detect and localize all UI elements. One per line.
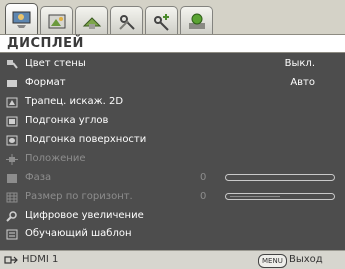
h-size-value: 0 xyxy=(200,191,207,202)
keystone-icon xyxy=(6,97,18,108)
horizontal-size-icon xyxy=(6,192,18,203)
tab-picture[interactable] xyxy=(40,6,73,34)
tab-display[interactable] xyxy=(5,3,38,35)
projector-osd-menu: ДИСПЛЕЙ Цвет стены Выкл. Формат Авто Тра… xyxy=(0,0,345,269)
advanced-settings-tab-icon xyxy=(154,14,169,31)
exit-label[interactable]: Выход xyxy=(289,254,323,265)
corner-fit-icon xyxy=(6,116,18,127)
menu-item-label: Цвет стены xyxy=(25,58,86,69)
tab-settings[interactable] xyxy=(110,6,143,34)
menu-list: Цвет стены Выкл. Формат Авто Трапец. иск… xyxy=(0,53,345,250)
menu-item-h-size: Размер по горизонт. 0 xyxy=(0,188,345,207)
page-title: ДИСПЛЕЙ xyxy=(7,36,84,51)
input-source-label: HDMI 1 xyxy=(22,254,59,265)
menu-item-aspect[interactable]: Формат Авто xyxy=(0,74,345,93)
tab-advanced-settings[interactable] xyxy=(145,6,178,34)
position-icon xyxy=(6,154,18,165)
menu-item-label: Подгонка углов xyxy=(25,115,109,126)
menu-item-label: Цифровое увеличение xyxy=(25,210,144,221)
wall-color-icon xyxy=(7,60,18,69)
menu-item-label: Подгонка поверхности xyxy=(25,134,147,145)
menu-header: ДИСПЛЕЙ xyxy=(0,34,345,53)
menu-item-label: Трапец. искаж. 2D xyxy=(25,96,124,107)
information-tab-icon xyxy=(189,13,205,29)
source-tab-icon xyxy=(82,17,102,29)
menu-item-label: Фаза xyxy=(25,172,52,183)
menu-item-digital-zoom[interactable]: Цифровое увеличение xyxy=(0,207,345,226)
menu-item-keystone[interactable]: Трапец. искаж. 2D xyxy=(0,93,345,112)
menu-item-phase: Фаза 0 xyxy=(0,169,345,188)
menu-key-icon: MENU xyxy=(258,254,287,268)
menu-item-test-pattern[interactable]: Обучающий шаблон xyxy=(0,225,345,244)
aspect-value: Авто xyxy=(290,77,315,88)
display-tab-icon xyxy=(12,11,31,28)
settings-tab-icon xyxy=(119,15,135,30)
surface-fit-icon xyxy=(6,135,18,146)
tab-information[interactable] xyxy=(180,6,213,34)
wall-color-value: Выкл. xyxy=(284,58,315,69)
menu-item-label: Размер по горизонт. xyxy=(25,191,133,202)
phase-value: 0 xyxy=(200,172,207,183)
digital-zoom-icon xyxy=(6,211,17,222)
menu-item-position: Положение xyxy=(0,150,345,169)
phase-icon xyxy=(7,174,17,183)
menu-tab-bar xyxy=(0,0,345,35)
menu-item-label: Положение xyxy=(25,153,86,164)
menu-item-label: Формат xyxy=(25,77,66,88)
picture-tab-icon xyxy=(48,14,66,29)
h-size-slider xyxy=(225,193,335,200)
test-pattern-icon xyxy=(6,229,18,240)
menu-item-corner-fit[interactable]: Подгонка углов xyxy=(0,112,345,131)
menu-item-surface-fit[interactable]: Подгонка поверхности xyxy=(0,131,345,150)
aspect-ratio-icon xyxy=(7,80,17,87)
menu-item-wall-color[interactable]: Цвет стены Выкл. xyxy=(0,55,345,74)
phase-slider xyxy=(225,174,335,181)
tab-source[interactable] xyxy=(75,6,108,34)
menu-item-label: Обучающий шаблон xyxy=(25,228,132,239)
status-bar: HDMI 1 MENU Выход xyxy=(0,250,345,269)
h-size-slider-fill xyxy=(230,196,280,197)
input-source-icon xyxy=(4,256,18,264)
